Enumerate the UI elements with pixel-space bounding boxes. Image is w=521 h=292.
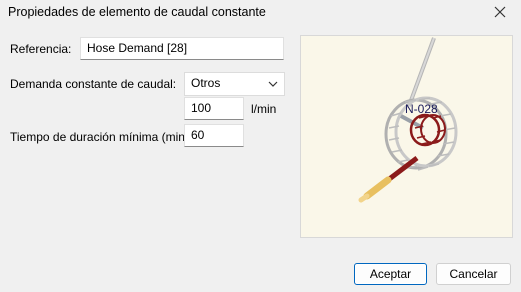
- title-bar: Propiedades de elemento de caudal consta…: [0, 0, 521, 27]
- caudal-unit: l/min: [251, 102, 277, 116]
- tiempo-input[interactable]: 60: [184, 124, 244, 147]
- demanda-label: Demanda constante de caudal:: [10, 77, 177, 91]
- node-label: N-028: [405, 102, 438, 116]
- referencia-label: Referencia:: [10, 42, 72, 56]
- demanda-select-value: Otros: [191, 76, 221, 90]
- dialog-title: Propiedades de elemento de caudal consta…: [8, 5, 266, 19]
- cancelar-button[interactable]: Cancelar: [436, 263, 511, 285]
- caudal-input[interactable]: 100: [184, 97, 244, 120]
- referencia-input[interactable]: Hose Demand [28]: [80, 37, 284, 60]
- close-icon[interactable]: [491, 3, 509, 21]
- hose-reel-illustration: N-028: [358, 37, 458, 203]
- dialog-window: Propiedades de elemento de caudal consta…: [0, 0, 521, 292]
- preview-panel: N-028: [300, 35, 513, 238]
- chevron-down-icon: [268, 81, 278, 87]
- aceptar-button[interactable]: Aceptar: [354, 263, 427, 285]
- tiempo-label: Tiempo de duración mínima (min):: [10, 130, 193, 144]
- demanda-select[interactable]: Otros: [184, 72, 285, 96]
